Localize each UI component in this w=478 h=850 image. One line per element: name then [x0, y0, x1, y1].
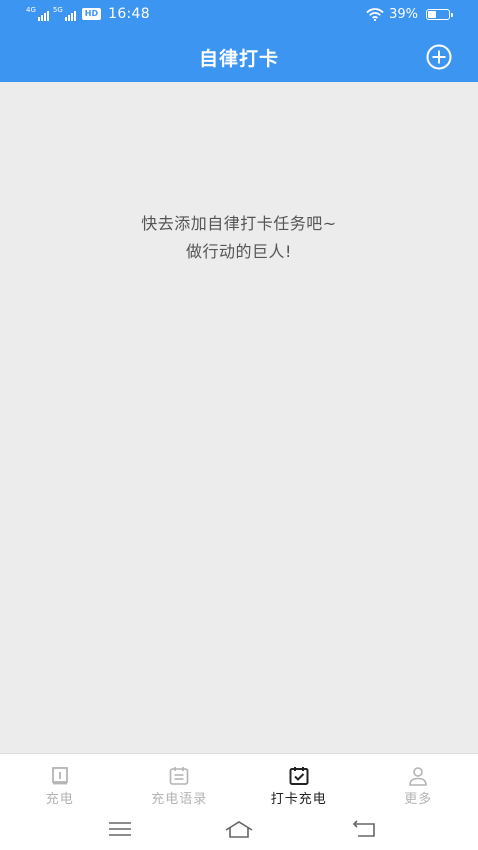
tab-label: 更多 — [404, 792, 433, 807]
calendar-check-icon — [289, 767, 309, 785]
signal-4g-icon: 4G — [26, 7, 49, 21]
page-title: 自律打卡 — [198, 48, 279, 70]
back-icon[interactable] — [350, 818, 380, 840]
tab-charge[interactable]: 充电 — [0, 754, 120, 810]
empty-state-line2: 做行动的巨人! — [186, 242, 292, 261]
tab-label: 充电语录 — [151, 792, 208, 807]
empty-state: 快去添加自律打卡任务吧~ 做行动的巨人! — [0, 210, 478, 266]
person-icon — [409, 767, 428, 786]
menu-icon[interactable] — [106, 818, 136, 840]
tab-quotes[interactable]: 充电语录 — [120, 754, 240, 810]
tab-label: 打卡充电 — [270, 792, 327, 807]
status-left: 4G 5G HD 16:48 — [26, 6, 150, 22]
app-header: 自律打卡 — [0, 30, 478, 82]
tab-more[interactable]: 更多 — [359, 754, 478, 810]
empty-state-line1: 快去添加自律打卡任务吧~ — [141, 214, 337, 233]
status-right: 39% — [366, 7, 453, 22]
battery-percent: 39% — [389, 7, 418, 22]
bottom-tab-bar: 充电 充电语录 打卡充电 更多 — [0, 753, 478, 810]
app-top-area: 4G 5G HD 16:48 39% 自律打卡 — [0, 0, 478, 82]
hd-badge: HD — [81, 8, 102, 20]
signal-5g-icon: 5G — [53, 7, 76, 21]
tab-label: 充电 — [45, 792, 74, 807]
wifi-icon — [366, 8, 384, 21]
system-nav-bar — [0, 810, 478, 850]
status-time: 16:48 — [108, 6, 150, 22]
tab-checkin[interactable]: 打卡充电 — [239, 754, 359, 810]
charge-icon — [51, 767, 68, 785]
calendar-list-icon — [169, 767, 189, 785]
add-icon[interactable] — [426, 44, 452, 70]
home-icon[interactable] — [224, 818, 254, 840]
battery-icon — [426, 9, 453, 20]
status-bar: 4G 5G HD 16:48 39% — [0, 0, 478, 30]
